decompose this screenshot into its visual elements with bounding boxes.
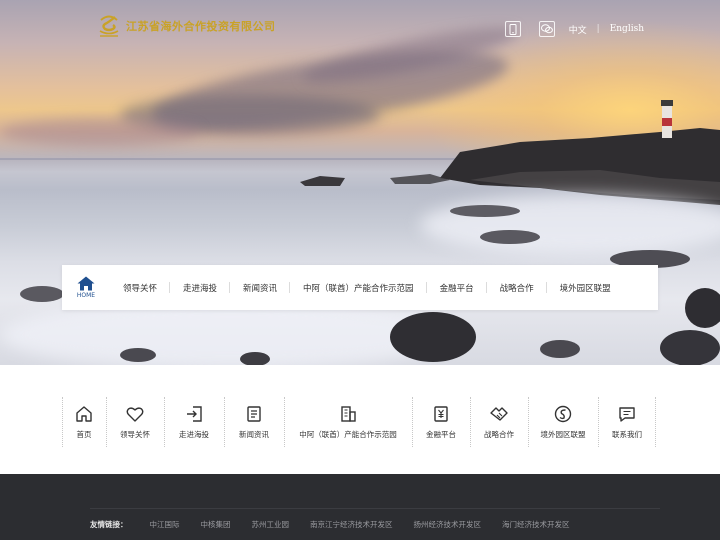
enter-icon xyxy=(187,406,202,422)
quick-link-home[interactable]: 首页 xyxy=(62,395,106,449)
main-nav: HOME 领导关怀 走进海投 新闻资讯 中阿（联酋）产能合作示范园 金融平台 战… xyxy=(62,265,658,310)
quick-link-label: 走进海投 xyxy=(179,430,209,439)
footer: 友情链接： 中江国际 中核集团 苏州工业园 南京江宁经济技术开发区 扬州经济技术… xyxy=(0,474,720,540)
quick-link-label: 联系我们 xyxy=(612,430,642,439)
quick-link-label: 新闻资讯 xyxy=(239,430,269,439)
nav-item-park[interactable]: 中阿（联酋）产能合作示范园 xyxy=(290,265,427,310)
quick-link-leadership[interactable]: 领导关怀 xyxy=(106,395,164,449)
hero-rock xyxy=(20,286,64,302)
header-tools: 中文 | English xyxy=(504,21,644,37)
friend-link[interactable]: 南京江宁经济技术开发区 xyxy=(310,519,393,530)
hero-rock xyxy=(660,330,720,365)
hero-banner xyxy=(0,0,720,365)
hero-rock xyxy=(390,312,476,362)
lang-separator: | xyxy=(596,24,600,34)
lang-chinese-link[interactable]: 中文 xyxy=(569,23,587,36)
quick-link-strategy[interactable]: 战略合作 xyxy=(470,395,528,449)
hero-rock xyxy=(450,205,520,217)
message-icon xyxy=(619,407,635,422)
quick-link-label: 领导关怀 xyxy=(120,430,150,439)
quick-link-label: 首页 xyxy=(76,430,92,439)
building-icon xyxy=(341,406,356,422)
friend-link[interactable]: 海门经济技术开发区 xyxy=(502,519,570,530)
handshake-icon xyxy=(490,407,508,421)
nav-home[interactable]: HOME xyxy=(62,265,110,310)
hero-rock xyxy=(540,340,580,358)
quick-link-finance[interactable]: 金融平台 xyxy=(412,395,470,449)
nav-item-about[interactable]: 走进海投 xyxy=(170,265,231,310)
quick-link-label: 金融平台 xyxy=(426,430,456,439)
quick-link-label: 战略合作 xyxy=(484,430,514,439)
hero-rock xyxy=(240,352,270,365)
wechat-icon[interactable] xyxy=(538,21,555,37)
home-icon xyxy=(77,276,95,291)
nav-home-label: HOME xyxy=(76,292,96,299)
mobile-icon[interactable] xyxy=(504,21,521,37)
quick-link-label: 境外园区联盟 xyxy=(540,430,586,439)
logo-emblem-icon xyxy=(96,12,122,40)
friend-link[interactable]: 中核集团 xyxy=(201,519,231,530)
lang-english-link[interactable]: English xyxy=(610,24,644,34)
hero-rock xyxy=(480,230,540,244)
company-logo[interactable]: 江苏省海外合作投资有限公司 xyxy=(96,12,276,40)
nav-item-alliance[interactable]: 境外园区联盟 xyxy=(547,265,624,310)
quick-link-park[interactable]: 中阿（联酋）产能合作示范园 xyxy=(284,395,412,449)
quick-links: 首页 领导关怀 走进海投 新闻资讯 中阿（联酋）产能合作示范园 金融平台 战略合… xyxy=(62,395,658,449)
home-icon xyxy=(76,406,92,422)
quick-link-news[interactable]: 新闻资讯 xyxy=(224,395,284,449)
quick-link-contact[interactable]: 联系我们 xyxy=(598,395,656,449)
finance-icon xyxy=(434,406,448,422)
company-name: 江苏省海外合作投资有限公司 xyxy=(126,20,276,33)
nav-item-finance[interactable]: 金融平台 xyxy=(427,265,487,310)
hero-mist xyxy=(420,195,720,255)
nav-item-leadership[interactable]: 领导关怀 xyxy=(110,265,171,310)
alliance-icon xyxy=(554,405,572,423)
quick-link-about[interactable]: 走进海投 xyxy=(164,395,224,449)
friend-link[interactable]: 扬州经济技术开发区 xyxy=(414,519,482,530)
quick-link-alliance[interactable]: 境外园区联盟 xyxy=(528,395,598,449)
friend-links-label: 友情链接： xyxy=(90,520,128,529)
friend-link[interactable]: 中江国际 xyxy=(150,519,180,530)
friend-links: 友情链接： 中江国际 中核集团 苏州工业园 南京江宁经济技术开发区 扬州经济技术… xyxy=(90,519,591,530)
hero-rock xyxy=(120,348,156,362)
quick-link-label: 中阿（联酋）产能合作示范园 xyxy=(299,430,397,439)
hero-rock xyxy=(685,288,720,328)
nav-item-news[interactable]: 新闻资讯 xyxy=(230,265,291,310)
friend-link[interactable]: 苏州工业园 xyxy=(252,519,290,530)
news-icon xyxy=(247,406,261,422)
nav-item-strategy[interactable]: 战略合作 xyxy=(487,265,547,310)
heart-icon xyxy=(126,407,144,422)
footer-divider xyxy=(90,508,660,509)
